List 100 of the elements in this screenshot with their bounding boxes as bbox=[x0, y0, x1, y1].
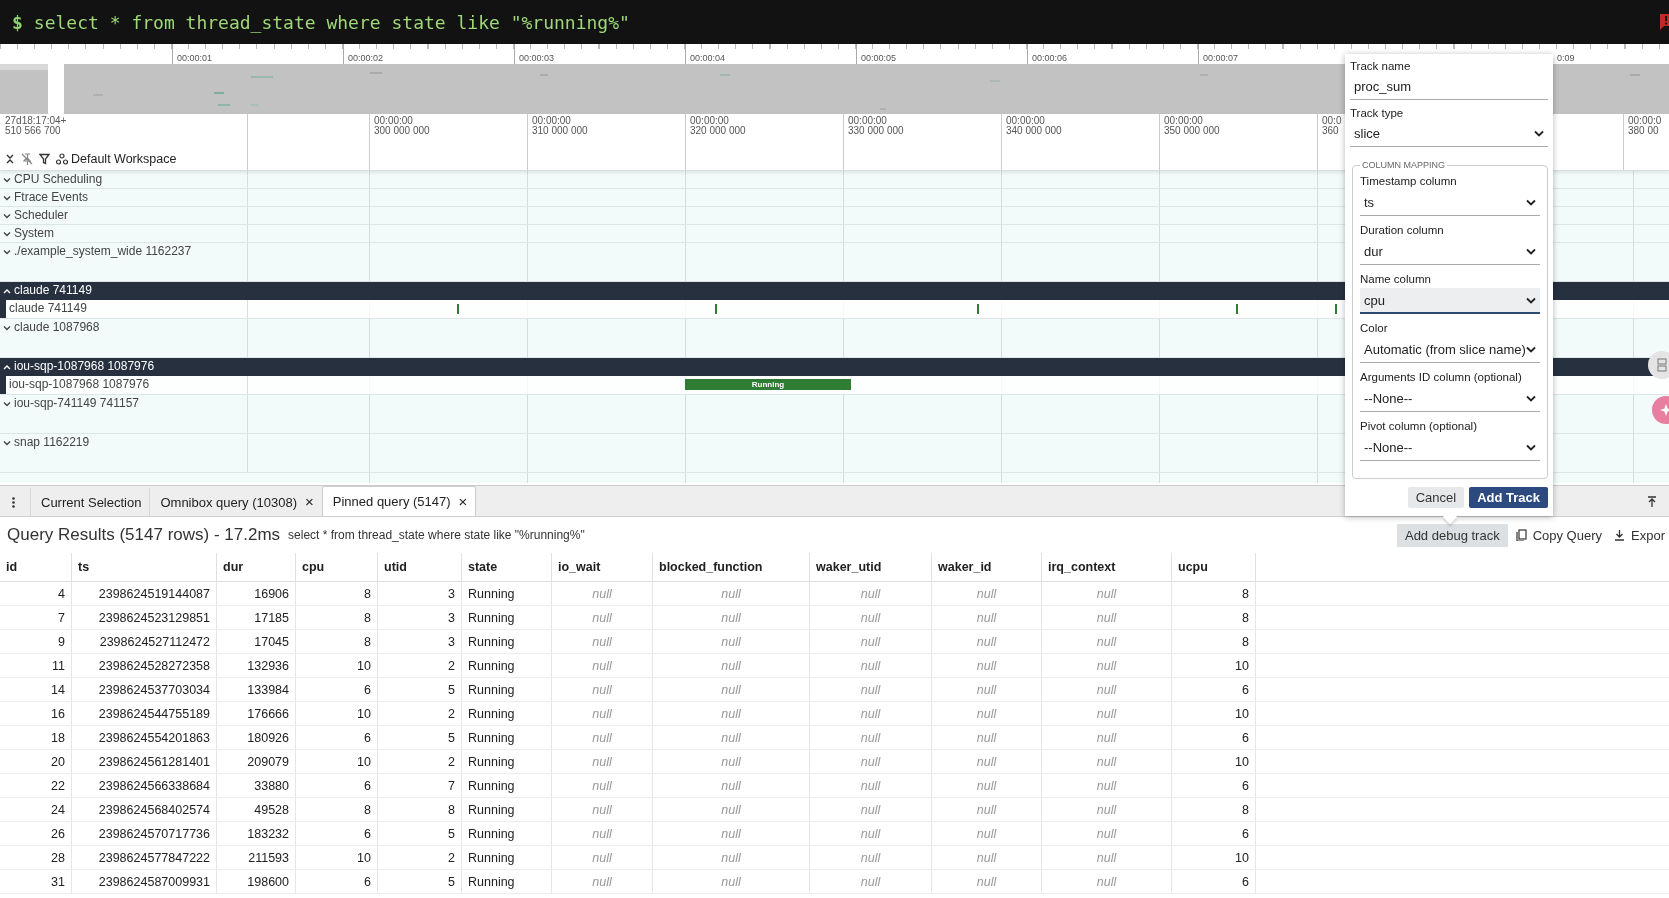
chevron-down-icon[interactable] bbox=[3, 213, 11, 219]
select-field[interactable]: ts bbox=[1360, 190, 1540, 216]
table-cell: null bbox=[652, 701, 810, 726]
table-cell: null bbox=[931, 629, 1042, 654]
chevron-up-icon[interactable] bbox=[3, 364, 11, 370]
column-header[interactable]: io_wait bbox=[551, 553, 653, 582]
select-field[interactable]: --None-- bbox=[1360, 435, 1540, 461]
table-cell: null bbox=[551, 845, 653, 870]
time-column-label: 00:00:00 bbox=[532, 116, 571, 126]
running-slice[interactable]: Running bbox=[685, 379, 851, 390]
table-cell: null bbox=[1041, 797, 1172, 822]
maximize-panel-icon[interactable] bbox=[1647, 496, 1657, 508]
track-group[interactable]: Scheduler bbox=[0, 207, 248, 224]
command-input[interactable]: select * from thread_state where state like "%running%" bbox=[33, 11, 630, 33]
filter-icon[interactable] bbox=[39, 153, 50, 165]
column-header[interactable]: waker_id bbox=[931, 553, 1042, 582]
table-cell: Running bbox=[461, 773, 552, 798]
time-column-label: 340 000 000 bbox=[1006, 126, 1062, 136]
table-cell: null bbox=[1041, 749, 1172, 774]
chevron-down-icon[interactable] bbox=[3, 249, 11, 255]
action-button[interactable]: Add debug track bbox=[1396, 523, 1508, 547]
chevron-down-icon[interactable] bbox=[3, 195, 11, 201]
track-group[interactable]: Ftrace Events bbox=[0, 189, 248, 206]
tab[interactable]: Omnibox query (10308) × bbox=[149, 488, 322, 516]
table-cell: 7 bbox=[0, 605, 72, 630]
table-cell: 6 bbox=[1171, 725, 1256, 750]
table-cell: null bbox=[551, 605, 653, 630]
table-cell: null bbox=[652, 677, 810, 702]
column-header[interactable]: ts bbox=[71, 553, 217, 582]
track-group[interactable]: System bbox=[0, 225, 248, 242]
download-icon bbox=[1614, 529, 1626, 541]
track-group[interactable]: ./example_system_wide 1162237 bbox=[0, 243, 248, 281]
table-cell: null bbox=[652, 821, 810, 846]
table-cell: null bbox=[809, 797, 932, 822]
column-header[interactable]: irq_context bbox=[1041, 553, 1172, 582]
tab-label: Omnibox query (10308) bbox=[160, 494, 298, 510]
add-track-button[interactable]: Add Track bbox=[1469, 487, 1548, 508]
table-cell: 20 bbox=[0, 749, 72, 774]
table-cell: 8 bbox=[1171, 797, 1256, 822]
table-cell: null bbox=[551, 701, 653, 726]
table-cell: 2 bbox=[377, 845, 462, 870]
select-field[interactable]: cpu bbox=[1360, 288, 1540, 314]
chevron-down-icon[interactable] bbox=[3, 401, 11, 407]
table-cell: 183232 bbox=[216, 821, 296, 846]
track-group-header[interactable]: iou-sqp-1087968 1087976 bbox=[0, 358, 248, 376]
table-cell: null bbox=[931, 749, 1042, 774]
column-header[interactable]: state bbox=[461, 553, 552, 582]
column-header[interactable]: blocked_function bbox=[652, 553, 810, 582]
close-button[interactable]: × bbox=[305, 495, 314, 509]
track-group[interactable]: iou-sqp-741149 741157 bbox=[0, 395, 248, 433]
action-button[interactable]: Expor bbox=[1610, 523, 1669, 547]
track-group[interactable]: snap 1162219 bbox=[0, 434, 248, 472]
table-cell: 10 bbox=[1171, 749, 1256, 774]
table-cell: null bbox=[809, 869, 932, 894]
column-header[interactable]: waker_utid bbox=[809, 553, 932, 582]
table-cell: 2 bbox=[377, 653, 462, 678]
column-header[interactable]: cpu bbox=[295, 553, 378, 582]
cancel-button[interactable]: Cancel bbox=[1407, 487, 1465, 508]
select-field[interactable]: --None-- bbox=[1360, 386, 1540, 412]
column-header[interactable]: ucpu bbox=[1171, 553, 1256, 582]
select-field[interactable]: dur bbox=[1360, 239, 1540, 265]
table-cell: null bbox=[652, 581, 810, 606]
unpin-icon[interactable] bbox=[21, 153, 33, 165]
chevron-down-icon[interactable] bbox=[3, 440, 11, 446]
collapse-all-icon[interactable] bbox=[5, 153, 15, 165]
action-button[interactable]: Copy Query bbox=[1511, 523, 1607, 547]
table-cell: null bbox=[1041, 821, 1172, 846]
chevron-up-icon[interactable] bbox=[3, 288, 11, 294]
track-group-header[interactable]: claude 741149 bbox=[0, 282, 248, 300]
column-header[interactable]: dur bbox=[216, 553, 296, 582]
tab[interactable]: Current Selection bbox=[30, 488, 150, 516]
column-header[interactable]: id bbox=[0, 553, 72, 582]
table-cell: null bbox=[551, 821, 653, 846]
workspace-selector[interactable]: Default Workspace bbox=[56, 152, 177, 166]
time-tick-label: 00:00:03 bbox=[518, 52, 555, 64]
table-cell: 10 bbox=[295, 653, 378, 678]
select-field[interactable]: Automatic (from slice name) bbox=[1360, 337, 1540, 363]
table-cell: null bbox=[1041, 869, 1172, 894]
input-field[interactable]: proc_sum bbox=[1350, 74, 1548, 100]
feedback-icon[interactable] bbox=[1660, 13, 1669, 31]
time-tick-label: 00:00:05 bbox=[860, 52, 897, 64]
track-group[interactable]: claude 1087968 bbox=[0, 319, 248, 357]
tab[interactable]: Pinned query (5147) × bbox=[321, 486, 477, 516]
table-cell: 2398624519144087 bbox=[71, 581, 217, 606]
table-cell: 9 bbox=[0, 629, 72, 654]
table-cell: null bbox=[652, 797, 810, 822]
column-header[interactable]: utid bbox=[377, 553, 462, 582]
field-label: Name column bbox=[1360, 272, 1432, 287]
table-cell: null bbox=[1041, 701, 1172, 726]
chevron-down-icon[interactable] bbox=[3, 177, 11, 183]
select-field[interactable]: slice bbox=[1350, 121, 1548, 147]
table-cell: 10 bbox=[1171, 653, 1256, 678]
close-button[interactable]: × bbox=[458, 494, 468, 509]
table-cell: 18 bbox=[0, 725, 72, 750]
table-cell: 16 bbox=[0, 701, 72, 726]
chevron-down-icon[interactable] bbox=[3, 231, 11, 237]
table-cell: null bbox=[1041, 629, 1172, 654]
track-group[interactable]: CPU Scheduling bbox=[0, 171, 248, 188]
table-cell: 26 bbox=[0, 821, 72, 846]
chevron-down-icon[interactable] bbox=[3, 325, 11, 331]
